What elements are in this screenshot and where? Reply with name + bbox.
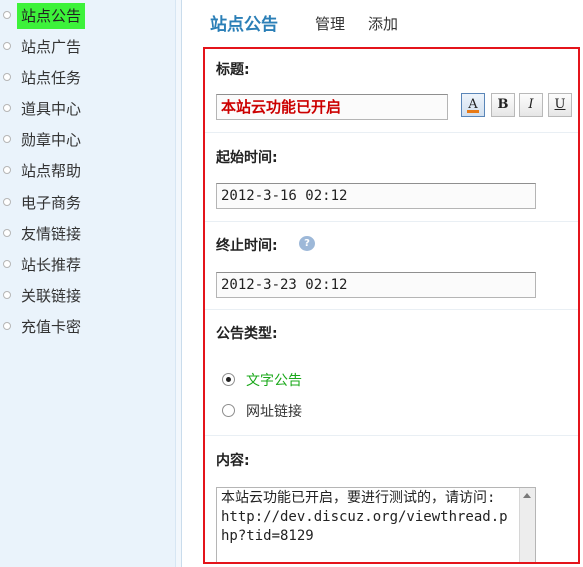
sidebar-item-label: 站点公告 [17, 3, 86, 29]
divider [205, 132, 578, 133]
manage-link[interactable]: 管理 [315, 13, 345, 34]
add-link[interactable]: 添加 [368, 13, 398, 34]
sidebar-item-label: 站点帮助 [21, 162, 82, 180]
divider [205, 221, 578, 222]
sidebar-item-label: 电子商务 [21, 194, 82, 212]
announcement-form: 标题: 本站云功能已开启 A B I U 起始时间: 2012-3-16 02:… [203, 47, 580, 564]
radio-url-link[interactable] [222, 404, 235, 417]
sidebar-item-label: 友情链接 [21, 225, 82, 243]
bullet-icon [3, 198, 11, 206]
underline-icon: U [554, 97, 566, 112]
sidebar-item-label: 站点广告 [21, 38, 82, 56]
bullet-icon [3, 104, 11, 112]
divider [205, 309, 578, 310]
start-time-label: 起始时间: [216, 150, 278, 166]
sidebar-item-label: 站长推荐 [21, 256, 82, 274]
text-color-button[interactable]: A [461, 93, 485, 117]
end-time-input[interactable]: 2012-3-23 02:12 [216, 272, 536, 298]
color-swatch [467, 110, 479, 113]
radio-dot-icon [226, 377, 231, 382]
scrollbar[interactable] [519, 488, 535, 562]
bullet-icon [3, 260, 11, 268]
bullet-icon [3, 135, 11, 143]
sidebar-item-label: 充值卡密 [21, 318, 82, 336]
content-label: 内容: [216, 453, 250, 469]
italic-icon: I [528, 97, 534, 112]
end-time-label: 终止时间: [216, 238, 278, 254]
bullet-icon [3, 322, 11, 330]
type-label: 公告类型: [216, 326, 278, 342]
title-input[interactable]: 本站云功能已开启 [216, 94, 448, 120]
bold-icon: B [497, 97, 509, 112]
scroll-up-icon[interactable] [523, 493, 531, 498]
bullet-icon [3, 229, 11, 237]
underline-button[interactable]: U [548, 93, 572, 117]
option-url-link-label: 网址链接 [246, 404, 302, 420]
bullet-icon [3, 42, 11, 50]
title-label: 标题: [216, 62, 250, 78]
divider [205, 435, 578, 436]
content-textarea[interactable]: 本站云功能已开启，要进行测试的，请访问: http://dev.discuz.o… [216, 487, 536, 562]
start-time-input[interactable]: 2012-3-16 02:12 [216, 183, 536, 209]
bullet-icon [3, 11, 11, 19]
italic-button[interactable]: I [519, 93, 543, 117]
radio-text-announcement[interactable] [222, 373, 235, 386]
content-text: 本站云功能已开启，要进行测试的，请访问: http://dev.discuz.o… [221, 490, 508, 544]
bullet-icon [3, 73, 11, 81]
page-title: 站点公告 [210, 15, 278, 35]
bold-button[interactable]: B [491, 93, 515, 117]
help-icon[interactable]: ? [299, 236, 315, 251]
bullet-icon [3, 166, 11, 174]
sidebar-divider [175, 0, 182, 567]
sidebar-item-label: 勋章中心 [21, 131, 82, 149]
bullet-icon [3, 291, 11, 299]
sidebar-item-label: 站点任务 [21, 69, 82, 87]
sidebar-item-label: 关联链接 [21, 287, 82, 305]
option-text-announcement-label: 文字公告 [246, 373, 302, 389]
sidebar-item-label: 道具中心 [21, 100, 82, 118]
sidebar: 站点公告 站点广告 站点任务 道具中心 勋章中心 站点帮助 电子商务 友情链接 … [0, 0, 175, 567]
